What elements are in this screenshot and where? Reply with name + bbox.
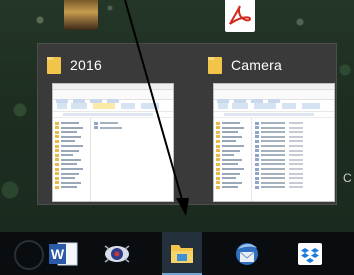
annotation-arrow: [124, 0, 189, 216]
